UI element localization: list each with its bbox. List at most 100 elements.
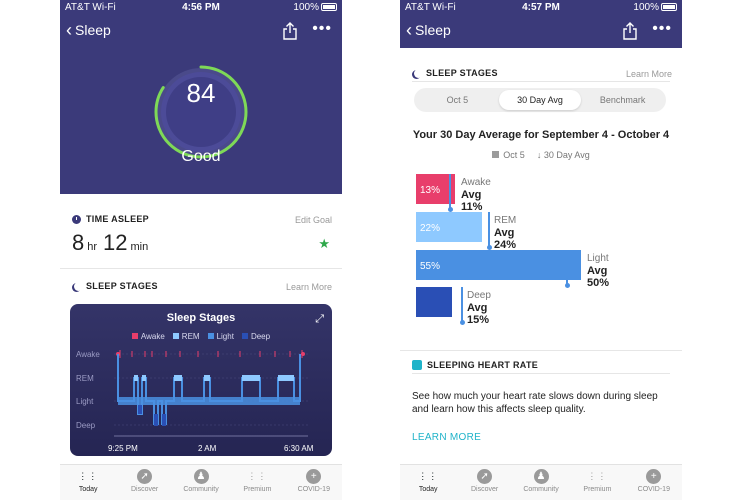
back-button[interactable]: ‹ Sleep: [66, 20, 111, 40]
status-bar: AT&T Wi-Fi 4:56 PM 100%: [60, 0, 342, 16]
average-marker-dot: [459, 320, 465, 325]
tab-label: COVID-19: [297, 486, 330, 493]
stage-bar: [416, 287, 452, 317]
stage-average: Avg 50%: [587, 265, 610, 289]
stage-average: Avg 24%: [494, 227, 517, 251]
tab-label: Community: [523, 486, 559, 493]
back-label: Sleep: [415, 22, 451, 38]
nav-bar: ‹ Sleep •••: [400, 16, 682, 48]
tab-label: Discover: [130, 486, 159, 493]
tab-today[interactable]: ⋮⋮ Today: [400, 465, 456, 500]
sleep-score-ring: [154, 65, 248, 159]
average-marker-dot: [564, 283, 570, 288]
down-arrow-icon: ↓: [536, 150, 544, 160]
stage-name: Deep: [467, 290, 491, 301]
time-asleep-heading: TIME ASLEEP: [72, 214, 149, 224]
tab-label: Today: [418, 486, 438, 493]
plus-icon: +: [306, 469, 322, 484]
stage-percent-label: 55%: [420, 261, 441, 272]
tab-covid[interactable]: + COVID-19: [626, 465, 682, 500]
tab-oct-5[interactable]: Oct 5: [416, 90, 499, 110]
battery-icon: [321, 3, 337, 11]
dots-icon: ⋮⋮: [78, 471, 99, 481]
stage-percent-label: 13%: [420, 185, 441, 196]
tab-benchmark[interactable]: Benchmark: [581, 90, 664, 110]
period-segmented-control: Oct 5 30 Day Avg Benchmark: [414, 88, 666, 112]
tab-label: Premium: [583, 486, 612, 493]
battery-indicator: 100%: [293, 2, 337, 13]
comparison-legend: Oct 5 ↓ 30 Day Avg: [400, 150, 682, 160]
tab-label: Premium: [243, 486, 272, 493]
stage-name: REM: [494, 215, 517, 226]
tab-today[interactable]: ⋮⋮ Today: [60, 465, 116, 500]
minutes-unit: min: [130, 241, 149, 253]
tab-community[interactable]: ♟ Community: [513, 465, 569, 500]
tab-discover[interactable]: ➚ Discover: [116, 465, 172, 500]
sleep-score-label: Good: [181, 148, 221, 165]
status-bar: AT&T Wi-Fi 4:57 PM 100%: [400, 0, 682, 16]
dots-icon: ⋮⋮: [418, 471, 439, 481]
chevron-left-icon: ‹: [66, 20, 72, 40]
stage-name: Awake: [461, 177, 491, 188]
legend-day-label: Oct 5: [503, 150, 525, 160]
section-divider: [60, 268, 342, 269]
tab-bar: ⋮⋮ Today ➚ Discover ♟ Community ⋮⋮ Premium +…: [60, 464, 342, 500]
average-title: Your 30 Day Average for September 4 - Oc…: [412, 129, 670, 141]
tab-premium[interactable]: ⋮⋮ Premium: [569, 465, 625, 500]
learn-more-link[interactable]: Learn More: [286, 282, 332, 292]
sleep-stages-title: SLEEP STAGES: [426, 68, 498, 78]
back-button[interactable]: ‹ Sleep: [406, 20, 451, 40]
heart-rate-heading: SLEEPING HEART RATE: [412, 360, 538, 370]
tab-label: Today: [78, 486, 98, 493]
plus-icon: +: [646, 469, 662, 484]
sleep-stages-chart-card[interactable]: Sleep Stages ⤢ Awake REM Light Deep Awak…: [70, 304, 332, 456]
tab-label: COVID-19: [637, 486, 670, 493]
share-icon[interactable]: [622, 22, 638, 40]
tab-covid[interactable]: + COVID-19: [286, 465, 342, 500]
legend-avg-label: 30 Day Avg: [543, 150, 590, 160]
section-divider: [412, 81, 670, 82]
sleep-stages-heading: SLEEP STAGES: [412, 68, 498, 78]
tab-premium[interactable]: ⋮⋮ Premium: [229, 465, 285, 500]
tab-community[interactable]: ♟ Community: [173, 465, 229, 500]
nav-bar: ‹ Sleep •••: [60, 16, 342, 48]
back-label: Sleep: [75, 22, 111, 38]
sleep-stages-heading: SLEEP STAGES: [72, 281, 158, 291]
hypnogram: [114, 350, 308, 437]
more-options-icon[interactable]: •••: [652, 21, 672, 37]
average-marker: [461, 287, 463, 323]
moon-icon: [74, 282, 83, 291]
tab-label: Discover: [470, 486, 499, 493]
battery-text: 100%: [293, 2, 319, 13]
tab-bar: ⋮⋮ Today ➚ Discover ♟ Community ⋮⋮ Premium +…: [400, 464, 682, 500]
hours-value: 8: [72, 230, 85, 255]
time-asleep-title: TIME ASLEEP: [86, 214, 149, 224]
stage-percent-label: 22%: [420, 223, 441, 234]
battery-indicator: 100%: [633, 2, 677, 13]
share-icon[interactable]: [282, 22, 298, 40]
time-asleep-value: 8 hr 12 min: [72, 230, 151, 256]
legend-day: Oct 5: [492, 150, 525, 160]
sleep-stages-detail-screen: AT&T Wi-Fi 4:57 PM 100% ‹ Sleep ••• SLEE…: [400, 0, 682, 500]
goal-star-icon: ★: [318, 236, 330, 251]
heart-icon: [412, 360, 422, 370]
learn-more-link[interactable]: Learn More: [626, 69, 672, 79]
premium-icon: ⋮⋮: [587, 471, 608, 481]
battery-text: 100%: [633, 2, 659, 13]
average-marker: [566, 250, 568, 286]
section-divider: [400, 350, 682, 351]
compass-icon: ➚: [137, 469, 153, 484]
more-options-icon[interactable]: •••: [312, 21, 332, 37]
stage-average: Avg 11%: [461, 189, 483, 213]
compass-icon: ➚: [477, 469, 493, 484]
moon-icon: [414, 69, 423, 78]
sleep-overview-screen: AT&T Wi-Fi 4:56 PM 100% ‹ Sleep ••• 84 G…: [60, 0, 342, 500]
tab-discover[interactable]: ➚ Discover: [456, 465, 512, 500]
tab-30-day-avg[interactable]: 30 Day Avg: [498, 90, 582, 110]
premium-icon: ⋮⋮: [247, 471, 268, 481]
heart-rate-learn-more-link[interactable]: LEARN MORE: [412, 432, 481, 443]
minutes-value: 12: [103, 230, 128, 255]
chevron-left-icon: ‹: [406, 20, 412, 40]
sleep-stages-title: SLEEP STAGES: [86, 281, 158, 291]
edit-goal-link[interactable]: Edit Goal: [295, 215, 332, 225]
